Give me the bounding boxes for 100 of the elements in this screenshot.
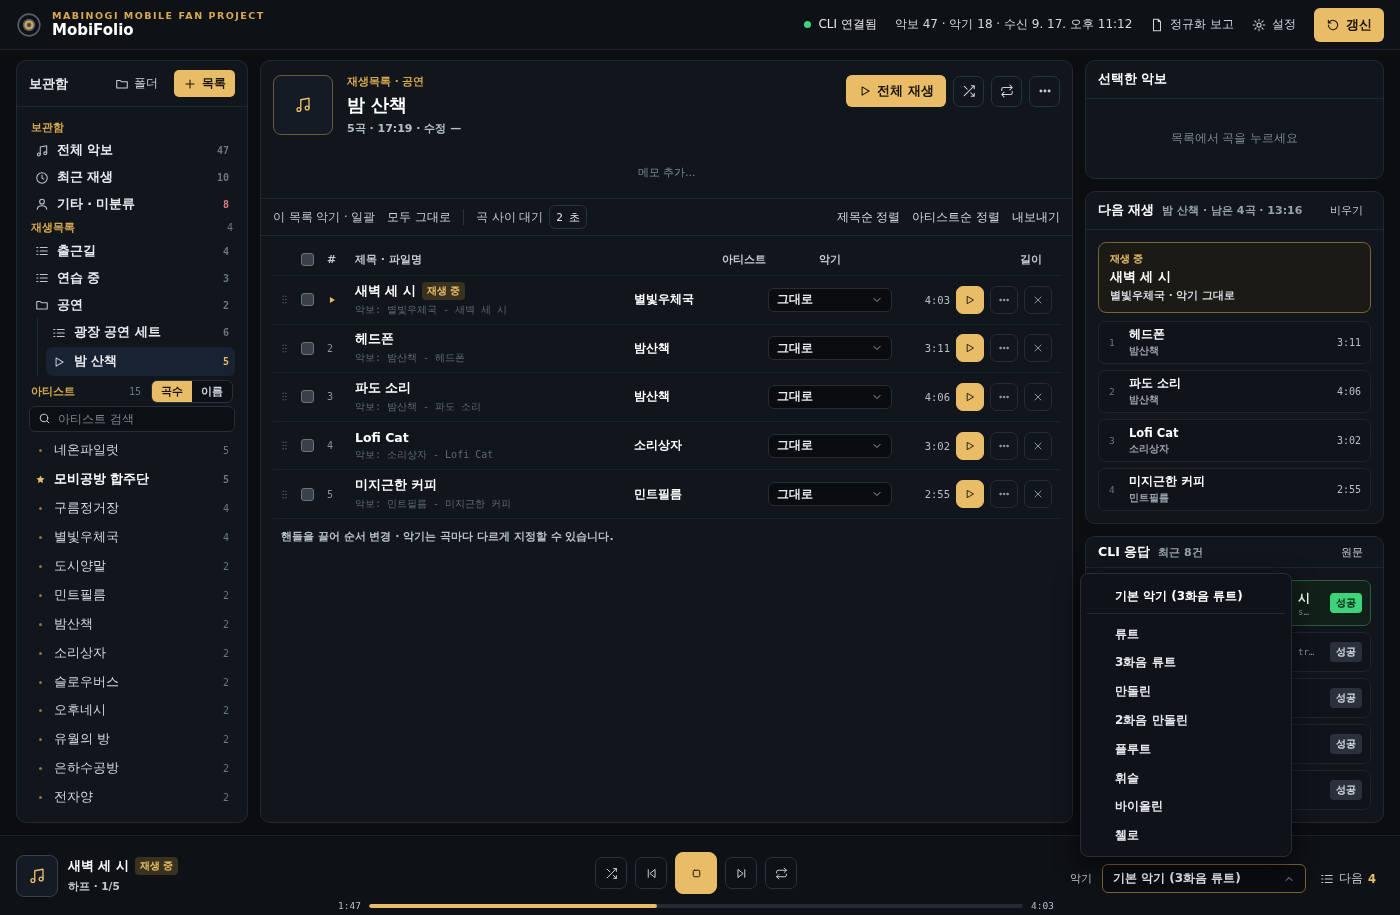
refresh-icon: [1326, 17, 1340, 32]
menu-option[interactable]: 바이올린: [1087, 792, 1285, 822]
menu-option[interactable]: 류트: [1087, 619, 1285, 649]
queue-summary: 밤 산책 · 남은 4곡 · 13:16: [1162, 203, 1303, 218]
nav-item[interactable]: 공연 2: [29, 291, 235, 319]
shuffle-icon: [961, 84, 976, 98]
artist-item[interactable]: 은하수공방 2: [29, 754, 235, 784]
up-next-button[interactable]: 다음 4: [1320, 871, 1376, 886]
row-checkbox[interactable]: [301, 439, 314, 453]
song-title: 미지근한 커피: [355, 477, 438, 495]
play-icon: [964, 439, 976, 452]
file-name: 악보: 소리상자 - Lofi Cat: [355, 447, 495, 462]
artist-item[interactable]: 도시양말 2: [29, 552, 235, 581]
repeat-button[interactable]: [991, 75, 1022, 107]
row-checkbox[interactable]: [301, 341, 314, 355]
playlist-title: 밤 산책: [347, 93, 409, 117]
queue-item[interactable]: 1 헤드폰 밤산책 3:11: [1098, 321, 1371, 364]
toolbar-button[interactable]: 내보내기: [1012, 209, 1060, 225]
instrument-select[interactable]: 그대로: [768, 385, 892, 409]
artist-item[interactable]: 슬로우버스 2: [29, 667, 235, 697]
row-checkbox[interactable]: [301, 293, 314, 307]
row-checkbox[interactable]: [301, 390, 314, 404]
instrument-select[interactable]: 그대로: [768, 336, 892, 361]
nav-item[interactable]: 연습 중 3: [29, 264, 235, 292]
sort-option[interactable]: 곡수: [152, 380, 192, 402]
play-button[interactable]: [956, 285, 984, 314]
play-button[interactable]: [956, 383, 984, 411]
artist-item[interactable]: 구름정거장 4: [29, 494, 235, 524]
status-badge: 성공: [1330, 593, 1362, 613]
clear-button[interactable]: 비우기: [1330, 203, 1363, 218]
keep-all-button[interactable]: 모두 그대로: [387, 209, 451, 225]
shuffle-button[interactable]: [953, 75, 984, 107]
queue-item[interactable]: 2 파도 소리 밤산책 4:06: [1098, 370, 1371, 413]
drag-handle-icon: [279, 294, 290, 306]
instrument-select[interactable]: 기본 악기 (3화음 류트): [1102, 864, 1306, 893]
song-length: 3:11: [923, 342, 950, 355]
artist-item[interactable]: 네온파일럿 5: [29, 436, 235, 466]
now-playing-card[interactable]: 재생 중 새벽 세 시 별빛우체국 · 악기 그대로: [1098, 242, 1371, 313]
status-badge: 성공: [1330, 642, 1362, 662]
next-button[interactable]: [725, 857, 757, 889]
play-button[interactable]: [956, 334, 984, 363]
menu-option[interactable]: 3화음 류트: [1087, 648, 1285, 678]
song-length: 4:03: [923, 293, 950, 306]
clock-icon: [35, 170, 49, 185]
refresh-button[interactable]: 갱신: [1314, 7, 1384, 42]
artist-item[interactable]: 전자양 2: [29, 783, 235, 812]
play-all-button[interactable]: 전체 재생: [846, 75, 946, 107]
gap-field[interactable]: 2 초: [549, 205, 588, 229]
menu-option[interactable]: 기본 악기 (3화음 류트): [1087, 579, 1285, 614]
queue-item[interactable]: 3 Lofi Cat 소리상자 3:02: [1098, 419, 1371, 462]
settings-button[interactable]: 설정: [1252, 17, 1296, 32]
artist-item[interactable]: 별빛우체국 4: [29, 523, 235, 552]
instrument-select[interactable]: 그대로: [768, 287, 892, 312]
artist-item[interactable]: 모비공방 합주단 5: [29, 465, 235, 495]
song-length: 4:06: [923, 391, 950, 403]
nav-item[interactable]: 출근길 4: [29, 238, 235, 265]
sort-option[interactable]: 이름: [192, 380, 232, 402]
nav-item[interactable]: 최근 재생 10: [29, 164, 235, 191]
shuffle-button[interactable]: [595, 857, 627, 889]
toolbar-button[interactable]: 제목순 정렬: [836, 209, 901, 225]
artist-item[interactable]: 민트필름 2: [29, 580, 235, 610]
instrument-select[interactable]: 그대로: [768, 482, 892, 507]
stop-button[interactable]: [675, 852, 717, 894]
progress-bar[interactable]: [368, 903, 1024, 908]
nav-item[interactable]: 기타 · 미분류 8: [29, 190, 235, 218]
artist-item[interactable]: 유월의 방 2: [29, 725, 235, 755]
file-name: 악보: 별빛우체국 - 새벽 세 시: [355, 303, 509, 318]
menu-option[interactable]: 만돌린: [1087, 677, 1285, 706]
nav-item[interactable]: 밤 산책 5: [46, 347, 235, 377]
repeat-icon: [774, 866, 788, 880]
add-list-button[interactable]: 목록: [174, 70, 235, 97]
artist-item[interactable]: 소리상자 2: [29, 638, 235, 668]
menu-option[interactable]: 첼로: [1087, 821, 1285, 850]
row-checkbox[interactable]: [301, 487, 314, 501]
artist-item[interactable]: 밤산책 2: [29, 609, 235, 639]
select-all-checkbox[interactable]: [301, 253, 314, 266]
menu-option[interactable]: 2화음 만돌린: [1087, 706, 1285, 735]
nav-item[interactable]: 전체 악보 47: [29, 137, 235, 165]
previous-button[interactable]: [635, 857, 667, 889]
queue-number: 3: [1109, 435, 1116, 446]
menu-option[interactable]: 플루트: [1087, 734, 1285, 764]
panel-title: 보관함: [29, 74, 68, 93]
search-field[interactable]: 아티스트 검색: [29, 406, 235, 433]
report-button[interactable]: 정규화 보고: [1150, 17, 1234, 32]
memo-field[interactable]: 메모 추가...: [273, 160, 1060, 184]
play-button[interactable]: [956, 431, 984, 460]
instrument-select[interactable]: 그대로: [768, 433, 892, 458]
nav-item[interactable]: 광장 공연 세트 6: [46, 318, 235, 348]
menu-option[interactable]: 휘슬: [1087, 763, 1285, 793]
row-number: 3: [327, 391, 335, 403]
queue-item[interactable]: 4 미지근한 커피 민트필름 2:55: [1098, 468, 1371, 511]
play-button[interactable]: [956, 480, 984, 509]
folder-button[interactable]: 폴더: [109, 71, 164, 96]
log-detail: tr…: [1298, 647, 1315, 657]
toolbar-button[interactable]: 아티스트순 정렬: [912, 209, 1000, 225]
breadcrumb: 재생목록 · 공연: [347, 75, 426, 89]
more-button[interactable]: [1029, 75, 1060, 107]
artist-item[interactable]: 오후네시 2: [29, 696, 235, 726]
raw-button[interactable]: 원문: [1341, 544, 1363, 560]
repeat-button[interactable]: [765, 857, 797, 889]
